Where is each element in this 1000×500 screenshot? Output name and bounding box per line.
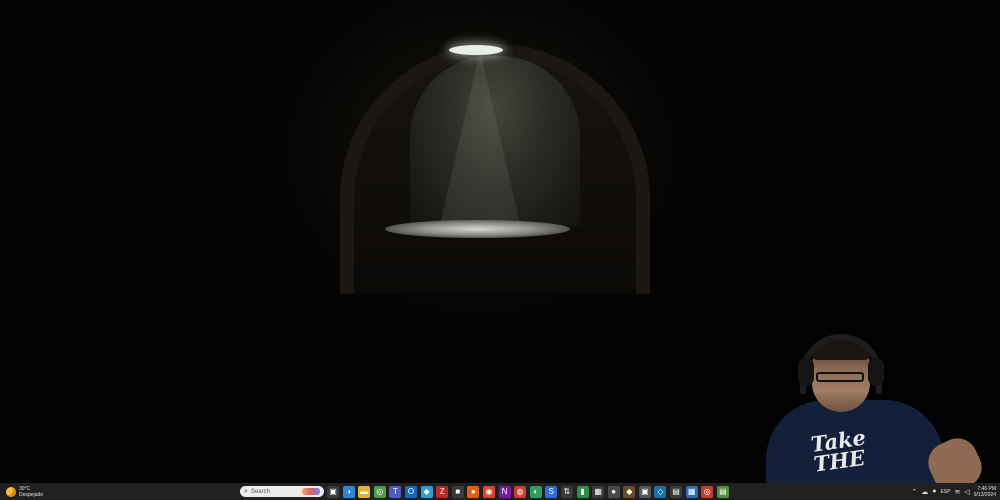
app15-icon[interactable]: ◎: [701, 485, 714, 498]
app6-icon[interactable]: S: [545, 485, 558, 498]
app16-icon[interactable]: ▤: [716, 485, 729, 498]
wifi-icon[interactable]: ≋: [954, 488, 960, 496]
app-icon[interactable]: ◆: [420, 485, 433, 498]
desktop-wallpaper: Take THE: [0, 0, 1000, 483]
taskbar-center: ⌕ Search ▣ ◑ ▬ ◎ T O ◆ Z ■ ● ◉ N ◍ ◐ S ⇅ ▮ ▦ ● ◆ ▣ ◇ ▤ ▦ ◎ ▤: [226, 484, 729, 499]
search-box[interactable]: ⌕ Search: [240, 486, 324, 497]
app13-icon[interactable]: ▤: [670, 485, 683, 498]
teams-icon[interactable]: T: [389, 485, 402, 498]
app10-icon[interactable]: ◆: [623, 485, 636, 498]
clock-date: 9/13/2024: [973, 491, 996, 498]
file-explorer-icon[interactable]: ▬: [358, 485, 371, 498]
app8-icon[interactable]: ▦: [592, 485, 605, 498]
app2-icon[interactable]: ■: [451, 485, 464, 498]
taskbar: 30°C Despejado ⌕ Search ▣ ◑ ▬ ◎ T O ◆ Z ■ ● ◉ N ◍ ◐ S ⇅…: [0, 483, 1000, 500]
app7-icon[interactable]: ▮: [576, 485, 589, 498]
language-indicator[interactable]: ESP: [940, 489, 950, 495]
search-label: Search: [250, 488, 270, 495]
webcam-overlay: Take THE: [760, 330, 990, 483]
clock[interactable]: 7:46 PM 9/13/2024: [974, 486, 996, 498]
task-view-icon[interactable]: ▣: [327, 485, 339, 498]
system-tray: ⌃ ☁ ● ESP ≋ ◁ 7:46 PM 9/13/2024: [911, 484, 996, 499]
headset-left-ear: [798, 358, 814, 386]
app3-icon[interactable]: ◉: [482, 485, 495, 498]
chevron-up-icon[interactable]: ⌃: [911, 488, 917, 496]
app5-icon[interactable]: ◐: [529, 485, 542, 498]
filezilla-icon[interactable]: Z: [436, 485, 449, 498]
microphone-icon[interactable]: ●: [932, 488, 936, 495]
firefox-icon[interactable]: ●: [467, 485, 480, 498]
weather-widget[interactable]: 30°C Despejado: [6, 484, 43, 499]
floor-light-spot: [385, 220, 570, 238]
cloud-icon[interactable]: ☁: [921, 488, 928, 496]
weather-condition: Despejado: [19, 491, 43, 498]
app11-icon[interactable]: ▣: [638, 485, 651, 498]
search-highlight-icon: [302, 488, 320, 495]
app9-icon[interactable]: ●: [607, 485, 620, 498]
search-icon: ⌕: [244, 488, 248, 495]
volume-icon[interactable]: ◁: [964, 488, 969, 496]
weather-moon-icon: [6, 486, 16, 497]
skylight: [449, 45, 503, 55]
app12-icon[interactable]: ◇: [654, 485, 667, 498]
start-windows-icon[interactable]: [226, 486, 237, 497]
network-icon[interactable]: ⇅: [560, 485, 573, 498]
pinned-apps: ▣ ◑ ▬ ◎ T O ◆ Z ■ ● ◉ N ◍ ◐ S ⇅ ▮ ▦ ● ◆ ▣ ◇ ▤ ▦ ◎ ▤: [327, 485, 729, 498]
light-beam: [440, 50, 520, 225]
outlook-icon[interactable]: O: [404, 485, 417, 498]
app4-icon[interactable]: ◍: [514, 485, 527, 498]
app14-icon[interactable]: ▦: [685, 485, 698, 498]
onenote-icon[interactable]: N: [498, 485, 511, 498]
headset-right-ear: [868, 358, 884, 386]
chrome-icon[interactable]: ◎: [373, 485, 386, 498]
copilot-icon[interactable]: ◑: [342, 485, 355, 498]
